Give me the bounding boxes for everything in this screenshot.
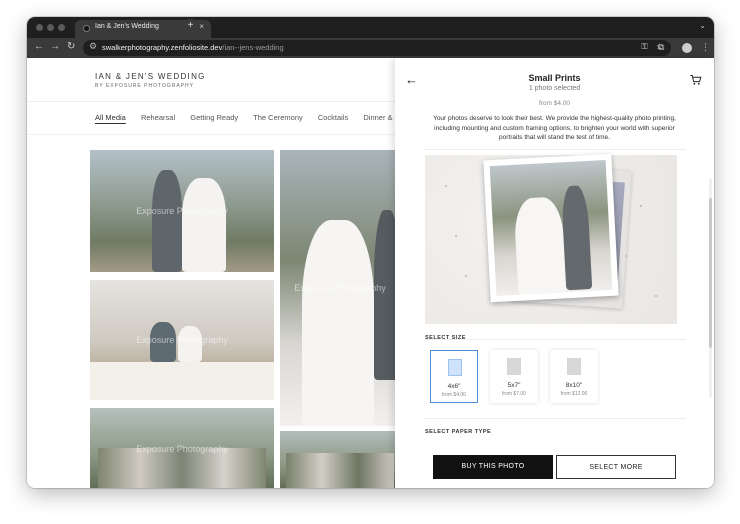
menu-icon[interactable]: ⋮ — [701, 42, 710, 53]
select-size-label: SELECT SIZE — [425, 335, 466, 341]
size-thumb — [567, 358, 581, 375]
gallery-nav: All Media Rehearsal Getting Ready The Ce… — [95, 113, 413, 122]
gallery-photo[interactable] — [280, 431, 400, 488]
window-close-button[interactable] — [36, 24, 43, 31]
watermark: Exposure Photography — [136, 335, 228, 345]
size-name: 5x7" — [507, 382, 521, 389]
figure-bride — [302, 220, 374, 426]
browser-window: Ian & Jen's Wedding × + ⌄ ← → ↻ ⚙ swalke… — [27, 17, 714, 488]
nav-item-rehearsal[interactable]: Rehearsal — [141, 113, 175, 122]
window-zoom-button[interactable] — [58, 24, 65, 31]
extensions-icon[interactable]: ⧉ — [658, 42, 664, 53]
panel-scrollbar-thumb[interactable] — [709, 198, 712, 348]
size-price: from $4.00 — [442, 392, 466, 398]
group-figures — [98, 448, 266, 488]
print-preview — [425, 153, 677, 324]
watermark: Exposure Photography — [136, 206, 228, 216]
site-settings-icon[interactable]: ⚙ — [89, 41, 97, 52]
print-panel: ← Small Prints 1 photo selected from $4.… — [395, 58, 714, 488]
size-option-5x7[interactable]: 5x7" from $7.00 — [490, 350, 538, 403]
favicon-icon — [83, 25, 90, 32]
panel-title: Small Prints — [528, 73, 581, 83]
gallery-photo[interactable]: Exposure Photography — [280, 150, 400, 426]
figure-groom — [560, 185, 593, 291]
figure-bride — [182, 178, 226, 272]
size-option-4x6[interactable]: 4x6" from $4.00 — [430, 350, 478, 403]
paper-type-label: SELECT PAPER TYPE — [425, 429, 492, 435]
url-text: swalkerphotography.zenfoliosite.dev/ian-… — [102, 43, 284, 52]
size-name: 4x6" — [447, 383, 461, 390]
tab-search-chevron-icon[interactable]: ⌄ — [699, 21, 706, 30]
panel-description: Your photos deserve to look their best. … — [433, 115, 676, 141]
buy-this-photo-button[interactable]: BUY THIS PHOTO — [433, 455, 553, 479]
forward-button-icon[interactable]: → — [50, 41, 60, 52]
panel-price: from $4.00 — [538, 100, 571, 107]
new-tab-button[interactable]: + — [184, 19, 197, 32]
figure-groom — [152, 170, 182, 272]
size-name: 8x10" — [565, 382, 583, 389]
panel-subtitle: 1 photo selected — [528, 85, 581, 92]
figure-bride — [513, 196, 567, 295]
browser-toolbar: ← → ↻ ⚙ swalkerphotography.zenfoliosite.… — [27, 38, 714, 58]
nav-item-all-media[interactable]: All Media — [95, 113, 126, 122]
nav-item-cocktails[interactable]: Cocktails — [318, 113, 348, 122]
size-option-8x10[interactable]: 8x10" from $12.00 — [550, 350, 598, 403]
watermark: Exposure Photography — [136, 444, 228, 454]
size-price: from $7.00 — [502, 391, 526, 397]
tab-close-icon[interactable]: × — [199, 22, 204, 31]
gallery-photo[interactable]: Exposure Photography — [90, 150, 274, 272]
nav-item-the-ceremony[interactable]: The Ceremony — [253, 113, 303, 122]
group-figures — [286, 453, 394, 488]
reload-icon[interactable]: ↻ — [67, 41, 75, 52]
tab-bar: Ian & Jen's Wedding × + ⌄ — [27, 17, 714, 38]
profile-avatar[interactable] — [682, 43, 692, 53]
window-minimize-button[interactable] — [47, 24, 54, 31]
key-icon[interactable]: ⚿ — [642, 42, 648, 51]
print-front-sheet — [483, 153, 619, 303]
watermark: Exposure Photography — [294, 283, 386, 293]
panel-divider — [423, 418, 686, 419]
panel-divider — [423, 149, 686, 150]
site-subtitle: BY EXPOSURE PHOTOGRAPHY — [95, 83, 194, 89]
size-thumb — [448, 359, 462, 376]
nav-item-getting-ready[interactable]: Getting Ready — [190, 113, 238, 122]
tab-title: Ian & Jen's Wedding — [95, 23, 159, 30]
gallery-photo[interactable]: Exposure Photography — [90, 408, 274, 488]
back-button-icon[interactable]: ← — [34, 41, 44, 52]
address-bar[interactable]: ⚙ swalkerphotography.zenfoliosite.dev/ia… — [83, 40, 671, 56]
gallery-photo[interactable]: Exposure Photography — [90, 280, 274, 400]
size-thumb — [507, 358, 521, 375]
print-photo — [489, 160, 613, 296]
select-more-button[interactable]: SELECT MORE — [556, 455, 676, 479]
size-price: from $12.00 — [560, 391, 588, 397]
site-title[interactable]: IAN & JEN'S WEDDING — [95, 72, 206, 81]
dinner-table — [90, 362, 274, 400]
